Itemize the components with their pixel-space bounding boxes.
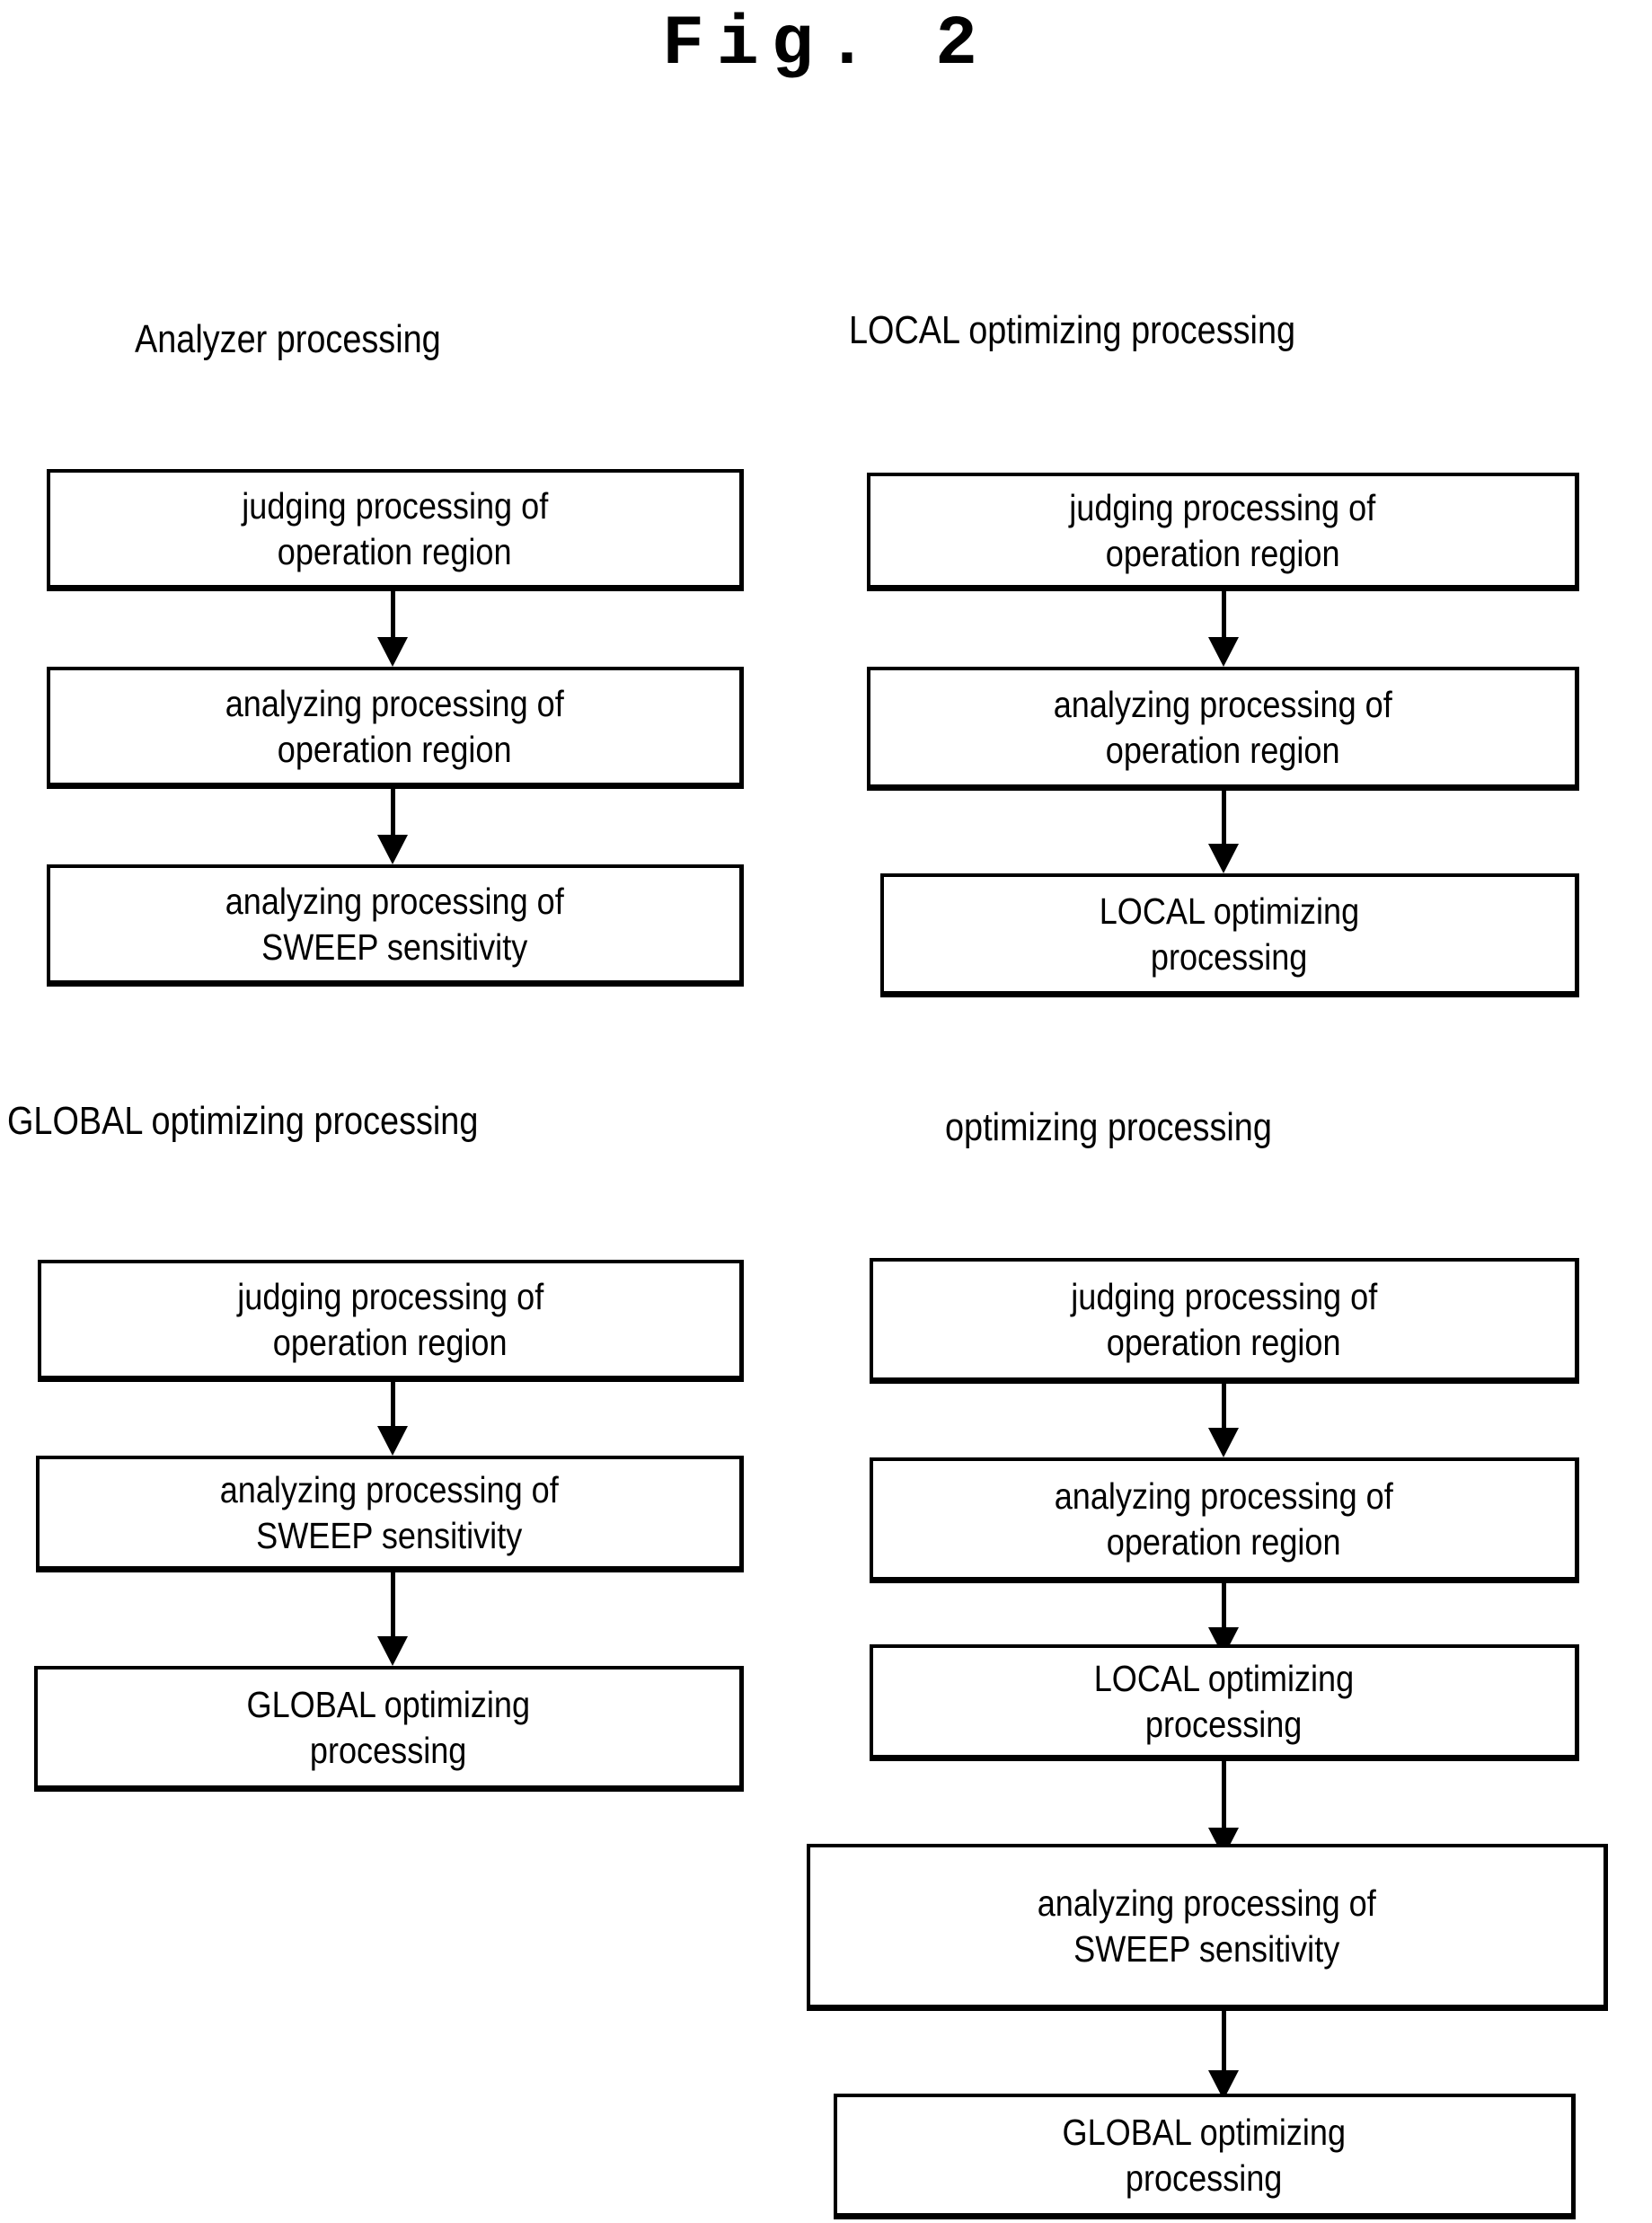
box-line-2: processing xyxy=(310,1729,467,1771)
box-line-2: operation region xyxy=(1107,1520,1341,1563)
arrow-local-1-to-2 xyxy=(1208,591,1239,667)
arrow-analyzer-1-to-2 xyxy=(377,591,408,667)
box-line-2: operation region xyxy=(273,1321,508,1363)
box-line-1: analyzing processing of xyxy=(225,683,565,725)
process-box-global-step-1: judging processing of operation region xyxy=(38,1260,744,1382)
process-box-local-step-1: judging processing of operation region xyxy=(867,473,1579,591)
box-line-2: SWEEP sensitivity xyxy=(1073,1927,1340,1970)
arrow-local-2-to-3 xyxy=(1208,791,1239,873)
box-line-1: GLOBAL optimizing xyxy=(1062,2112,1347,2154)
box-line-1: analyzing processing of xyxy=(225,881,565,923)
box-line-2: operation region xyxy=(278,728,512,770)
arrow-global-1-to-2 xyxy=(377,1382,408,1456)
panel-header-analyzer-processing: Analyzer processing xyxy=(135,317,441,361)
arrow-optimizing-4-to-5 xyxy=(1208,2011,1239,2100)
panel-header-local-optimizing-processing: LOCAL optimizing processing xyxy=(849,308,1296,352)
box-line-2: processing xyxy=(1126,2157,1283,2199)
box-line-1: analyzing processing of xyxy=(219,1469,560,1511)
process-box-optimizing-step-4: analyzing processing of SWEEP sensitivit… xyxy=(807,1844,1608,2011)
arrow-optimizing-1-to-2 xyxy=(1208,1384,1239,1457)
patent-figure-page: Fig. 2 Analyzer processing judging proce… xyxy=(0,0,1652,2223)
process-box-analyzer-step-1: judging processing of operation region xyxy=(47,469,744,591)
box-line-1: GLOBAL optimizing xyxy=(246,1684,531,1726)
process-box-local-step-2: analyzing processing of operation region xyxy=(867,667,1579,791)
box-line-1: judging processing of xyxy=(1070,1276,1377,1318)
box-line-2: operation region xyxy=(1105,532,1340,574)
box-line-1: LOCAL optimizing xyxy=(1093,1658,1355,1700)
panel-header-global-optimizing-processing: GLOBAL optimizing processing xyxy=(7,1099,479,1143)
box-line-2: processing xyxy=(1145,1703,1303,1745)
process-box-local-step-3: LOCAL optimizing processing xyxy=(880,873,1579,997)
box-line-2: operation region xyxy=(278,530,512,572)
box-line-2: SWEEP sensitivity xyxy=(261,926,528,968)
box-line-1: judging processing of xyxy=(1069,487,1376,529)
arrow-analyzer-2-to-3 xyxy=(377,789,408,864)
box-line-2: processing xyxy=(1151,935,1308,978)
process-box-analyzer-step-3: analyzing processing of SWEEP sensitivit… xyxy=(47,864,744,987)
process-box-analyzer-step-2: analyzing processing of operation region xyxy=(47,667,744,789)
box-line-2: operation region xyxy=(1107,1321,1341,1363)
box-line-1: LOCAL optimizing xyxy=(1099,890,1360,933)
process-box-optimizing-step-1: judging processing of operation region xyxy=(870,1258,1579,1384)
box-line-1: analyzing processing of xyxy=(1037,1882,1377,1925)
box-line-1: analyzing processing of xyxy=(1054,1475,1394,1518)
process-box-global-step-2: analyzing processing of SWEEP sensitivit… xyxy=(36,1456,744,1572)
process-box-global-step-3: GLOBAL optimizing processing xyxy=(34,1666,744,1792)
arrow-global-2-to-3 xyxy=(377,1572,408,1666)
box-line-1: judging processing of xyxy=(236,1276,543,1318)
process-box-optimizing-step-5: GLOBAL optimizing processing xyxy=(834,2094,1576,2219)
figure-title: Fig. 2 xyxy=(662,5,990,84)
box-line-1: judging processing of xyxy=(241,485,548,527)
process-box-optimizing-step-3: LOCAL optimizing processing xyxy=(870,1644,1579,1761)
process-box-optimizing-step-2: analyzing processing of operation region xyxy=(870,1457,1579,1583)
box-line-1: analyzing processing of xyxy=(1053,684,1392,726)
box-line-2: operation region xyxy=(1105,729,1340,771)
panel-header-optimizing-processing: optimizing processing xyxy=(945,1105,1272,1149)
box-line-2: SWEEP sensitivity xyxy=(256,1514,523,1556)
